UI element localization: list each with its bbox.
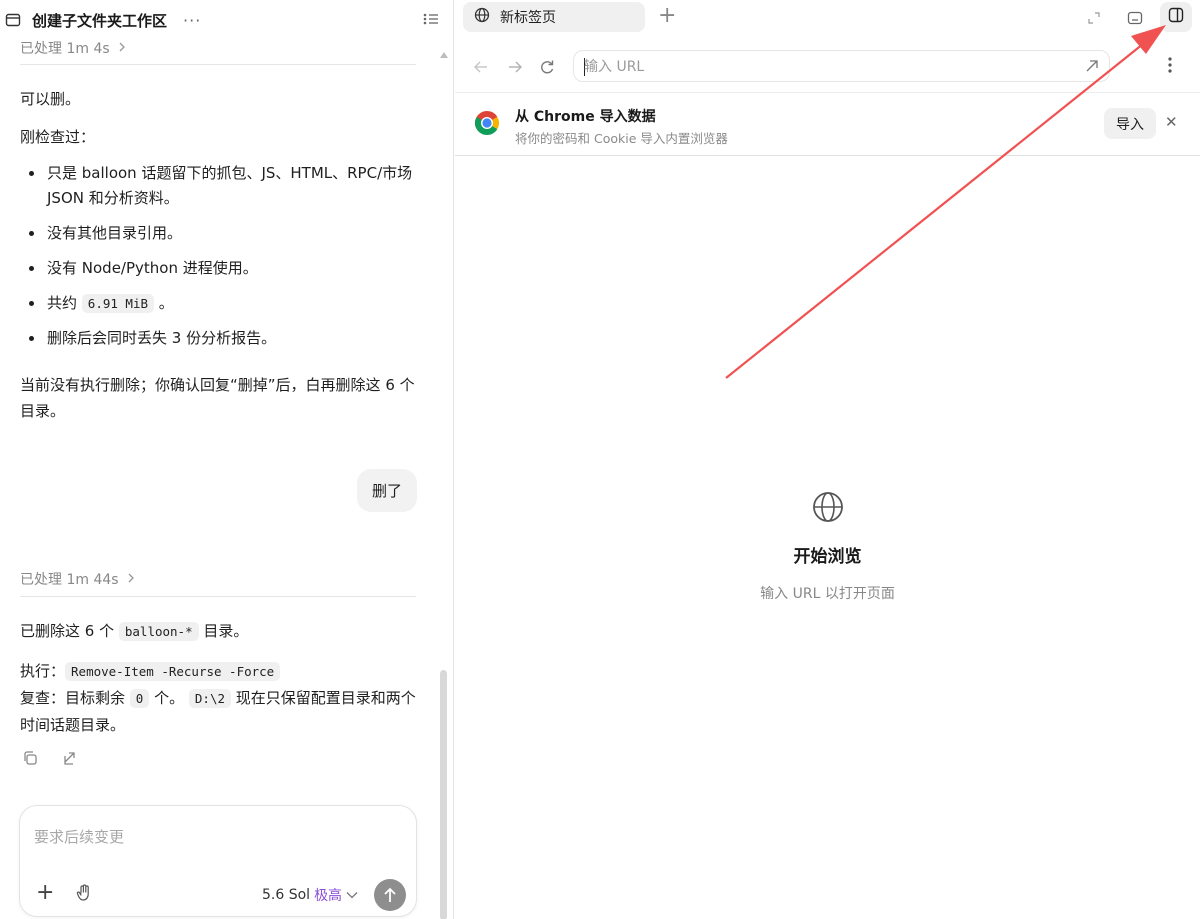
composer[interactable]: 要求后续变更 + 5.6 Sol 极高 [19,805,417,917]
processed-time-bottom[interactable]: 已处理 1m 44s [20,569,135,589]
size-code: 6.91 MiB [81,294,155,313]
chevron-right-icon [127,571,135,587]
exec-paragraph: 执行： Remove-Item -Recurse -Force 复查：目标剩余 0… [20,658,420,739]
import-subtitle: 将你的密码和 Cookie 导入内置浏览器 [515,131,728,146]
list-item: 共约 6.91 MiB 。 [20,291,416,316]
import-title: 从 Chrome 导入数据 [515,109,656,125]
result-paragraph: 已删除这 6 个 balloon-* 目录。 [20,618,420,645]
size-prefix: 共约 [47,294,78,312]
list-item: 只是 balloon 话题留下的抓包、JS、HTML、RPC/市场 JSON 和… [20,161,416,211]
globe-icon [474,7,490,27]
message-paragraph: 刚检查过： [20,128,96,146]
divider [20,64,416,65]
user-message-bubble: 删了 [357,469,417,512]
tab-title: 新标签页 [500,10,556,26]
start-browsing-subtitle: 输入 URL 以打开页面 [760,586,895,602]
tab-new[interactable]: 新标签页 [463,2,645,32]
list-item: 没有其他目录引用。 [20,221,416,246]
list-item: 删除后会同时丢失 3 份分析报告。 [20,326,416,351]
processed-time-label: 已处理 1m 4s [20,41,110,57]
message-actions [20,748,80,768]
import-button[interactable]: 导入 [1104,108,1156,139]
send-button[interactable] [374,879,406,911]
close-icon[interactable]: ✕ [1165,115,1178,130]
window-icon[interactable] [4,11,22,29]
url-bar[interactable] [573,50,1110,82]
model-name: 5.6 Sol [262,887,311,903]
tab-bar: 新标签页 + [455,0,1200,36]
message-paragraph: 可以删。 [20,90,81,108]
composer-input[interactable]: 要求后续变更 [34,826,124,847]
new-tab-button[interactable]: + [658,4,676,28]
chat-pane: 创建子文件夹工作区 ··· 已处理 1m 4s 可以删。 刚检查过： 只是 ba… [0,0,454,919]
navigation-bar [455,48,1200,86]
start-browsing-title: 开始浏览 [793,547,862,567]
bullet-list: 只是 balloon 话题留下的抓包、JS、HTML、RPC/市场 JSON 和… [20,161,416,361]
chevron-right-icon [118,40,126,56]
url-input[interactable] [584,55,1064,79]
more-menu-icon[interactable] [1167,56,1173,78]
chat-header: 创建子文件夹工作区 ··· [0,0,453,40]
sidebar-icon [1168,7,1184,27]
expand-icon[interactable] [1083,7,1105,29]
reload-icon[interactable] [537,57,557,77]
minimize-panel-icon[interactable] [1124,7,1146,29]
hand-icon[interactable] [76,884,92,906]
check-label: 复查：目标剩余 [20,689,126,707]
divider [20,596,416,597]
chevron-down-icon [346,887,358,903]
add-icon[interactable]: + [36,882,54,904]
import-banner: 从 Chrome 导入数据 将你的密码和 Cookie 导入内置浏览器 导入 ✕ [455,92,1200,156]
model-level: 极高 [314,888,343,904]
workspace-title: 创建子文件夹工作区 [32,11,168,30]
more-options-icon[interactable]: ··· [183,11,201,30]
processed-time-label: 已处理 1m 44s [20,572,119,588]
scrollbar[interactable] [440,670,447,919]
list-settings-icon[interactable] [422,10,440,32]
result-prefix: 已删除这 6 个 [20,622,115,640]
list-item: 没有 Node/Python 进程使用。 [20,256,416,281]
globe-icon [811,490,845,524]
chrome-logo-icon [473,109,501,137]
exec-label: 执行： [20,662,66,680]
size-suffix: 。 [158,294,174,312]
processed-time-top[interactable]: 已处理 1m 4s [20,38,126,58]
message-paragraph: 当前没有执行删除；你确认回复“删掉”后，白再删除这 6 个目录。 [20,376,415,420]
empty-state: 开始浏览 输入 URL 以打开页面 [455,490,1200,603]
result-code: balloon-* [118,622,199,641]
model-selector[interactable]: 5.6 Sol 极高 [262,885,358,905]
check-code-path: D:\2 [188,689,232,708]
check-code-count: 0 [129,689,150,708]
toggle-sidebar-button[interactable] [1160,2,1192,32]
browser-pane: 新标签页 + 输入 URL 从 Chrome 导入数据 将你的密码和 Cooki… [455,0,1200,919]
check-mid: 个。 [154,689,185,707]
exec-code: Remove-Item -Recurse -Force [65,662,281,681]
share-icon[interactable] [60,748,80,768]
copy-icon[interactable] [20,748,40,768]
scroll-up-arrow[interactable] [440,52,448,58]
back-icon[interactable] [471,57,491,77]
result-suffix: 目录。 [203,622,249,640]
go-arrow-icon[interactable] [1085,58,1099,77]
forward-icon[interactable] [505,57,525,77]
